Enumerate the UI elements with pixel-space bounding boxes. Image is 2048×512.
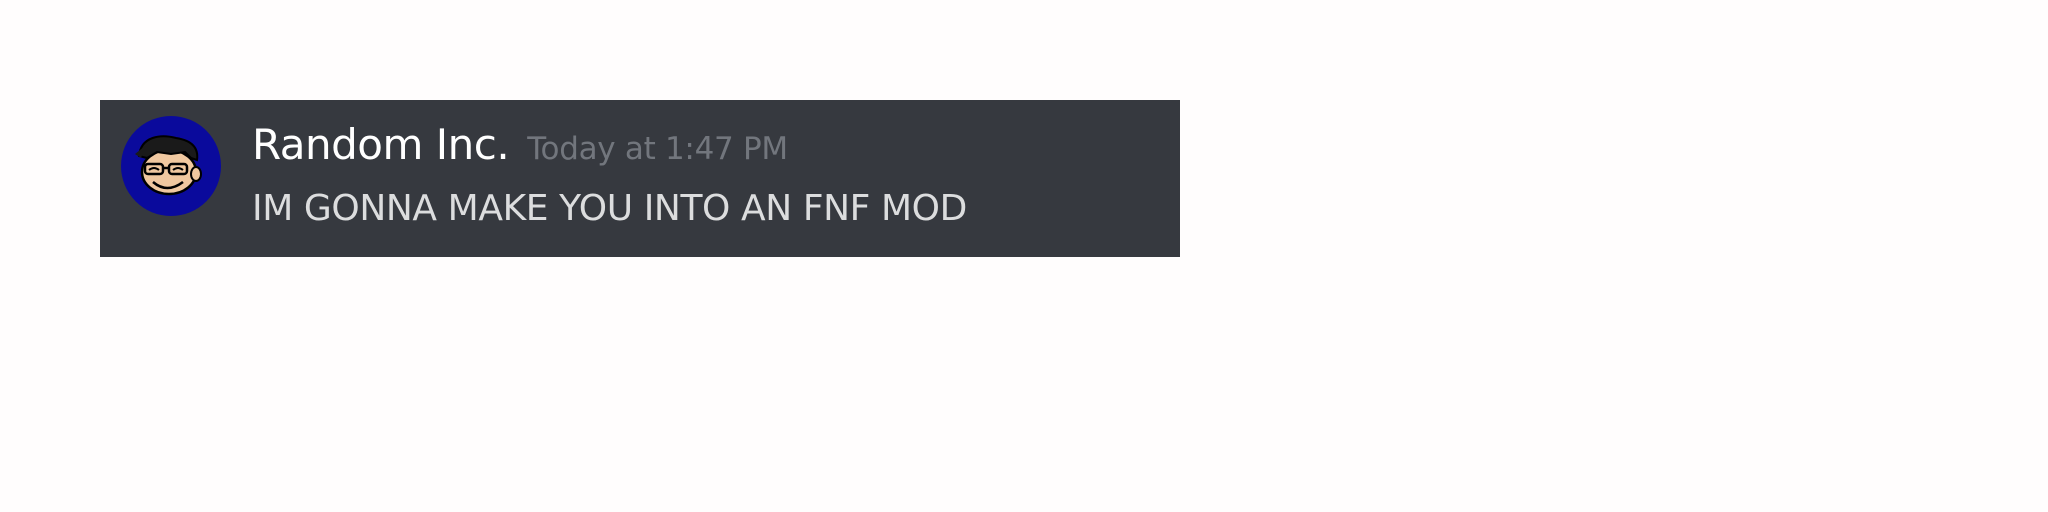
timestamp[interactable]: Today at 1:47 PM — [527, 131, 788, 167]
avatar[interactable] — [121, 116, 221, 216]
chat-message: Random Inc. Today at 1:47 PM IM GONNA MA… — [100, 100, 1180, 257]
message-header: Random Inc. Today at 1:47 PM — [252, 120, 788, 176]
cartoon-face-avatar-icon — [135, 135, 202, 196]
username[interactable]: Random Inc. — [252, 120, 510, 169]
message-content: IM GONNA MAKE YOU INTO AN FNF MOD — [252, 188, 967, 229]
